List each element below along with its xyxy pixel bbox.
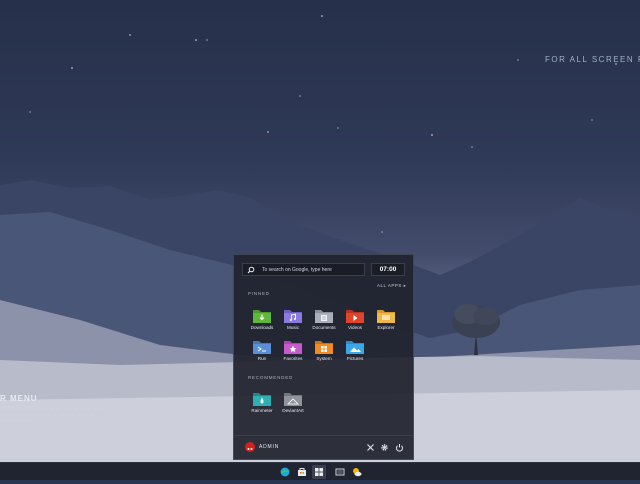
desktop: FOR ALL SCREEN RE R MENU tart can be dis… bbox=[0, 0, 640, 462]
app-favorites[interactable]: Favorites bbox=[278, 338, 308, 361]
search-placeholder: To search on Google, type here bbox=[262, 267, 332, 273]
downloads-folder-icon bbox=[253, 310, 271, 323]
menu-description-panel: R MENU tart can be displayed or hidden b… bbox=[0, 394, 110, 424]
taskbar bbox=[0, 462, 640, 480]
taskbar-start[interactable] bbox=[312, 465, 326, 479]
app-label: Documents bbox=[312, 325, 336, 330]
store-icon bbox=[298, 468, 306, 476]
run-folder-icon bbox=[253, 341, 271, 354]
app-deviantart[interactable]: DeviantArt bbox=[278, 390, 308, 413]
avatar bbox=[245, 442, 255, 452]
power-icon[interactable] bbox=[395, 443, 404, 452]
taskbar-edge[interactable] bbox=[278, 465, 292, 479]
app-videos[interactable]: Videos bbox=[340, 307, 370, 330]
app-run[interactable]: Run bbox=[247, 338, 277, 361]
gear-icon[interactable] bbox=[380, 443, 389, 452]
wallpaper-banner-text: FOR ALL SCREEN RE bbox=[545, 55, 640, 64]
app-system[interactable]: System bbox=[309, 338, 339, 361]
app-explorer[interactable]: Explorer bbox=[371, 307, 401, 330]
taskbar-weather[interactable] bbox=[350, 465, 364, 479]
app-label: DeviantArt bbox=[282, 408, 304, 413]
search-box[interactable]: To search on Google, type here bbox=[242, 263, 365, 276]
taskbar-notes[interactable] bbox=[333, 465, 347, 479]
music-folder-icon bbox=[284, 310, 302, 323]
weather-icon bbox=[353, 468, 362, 477]
app-label: Pictures bbox=[346, 356, 364, 361]
videos-folder-icon bbox=[346, 310, 364, 323]
search-icon bbox=[247, 266, 255, 274]
clock: 07:00 bbox=[371, 263, 405, 276]
menu-description-text: tart can be displayed or hidden by you. … bbox=[0, 406, 105, 423]
explorer-folder-icon bbox=[377, 310, 395, 323]
app-label: Videos bbox=[348, 325, 362, 330]
system-folder-icon bbox=[315, 341, 333, 354]
user-avatar-icon bbox=[247, 448, 253, 450]
app-label: Run bbox=[257, 356, 267, 361]
app-label: Rainmeter bbox=[251, 408, 273, 413]
menu-description-title: R MENU bbox=[0, 394, 38, 403]
user-name: ADMIN bbox=[259, 444, 280, 450]
app-label: Explorer bbox=[377, 325, 395, 330]
tools-icon[interactable] bbox=[366, 443, 375, 452]
app-rainmeter[interactable]: Rainmeter bbox=[247, 390, 277, 413]
start-menu: To search on Google, type here 07:00 ALL… bbox=[233, 254, 414, 460]
app-label: System bbox=[316, 356, 332, 361]
rainmeter-folder-icon bbox=[253, 393, 271, 406]
pictures-folder-icon bbox=[346, 341, 364, 354]
notes-icon bbox=[335, 468, 345, 476]
pinned-label: PINNED bbox=[248, 291, 270, 296]
taskbar-store[interactable] bbox=[295, 465, 309, 479]
app-downloads[interactable]: Downloads bbox=[247, 307, 277, 330]
start-icon bbox=[315, 468, 323, 476]
edge-icon bbox=[280, 467, 290, 477]
deviantart-folder-icon bbox=[284, 393, 302, 406]
favorites-folder-icon bbox=[284, 341, 302, 354]
app-music[interactable]: Music bbox=[278, 307, 308, 330]
app-pictures[interactable]: Pictures bbox=[340, 338, 370, 361]
app-label: Favorites bbox=[283, 356, 303, 361]
app-label: Music bbox=[287, 325, 299, 330]
recommended-label: RECOMMENDED bbox=[248, 375, 294, 380]
documents-folder-icon bbox=[315, 310, 333, 323]
app-documents[interactable]: Documents bbox=[309, 307, 339, 330]
all-apps-button[interactable]: ALL APPS ▸ bbox=[377, 283, 406, 289]
app-label: Downloads bbox=[250, 325, 274, 330]
footer-divider bbox=[234, 435, 413, 436]
